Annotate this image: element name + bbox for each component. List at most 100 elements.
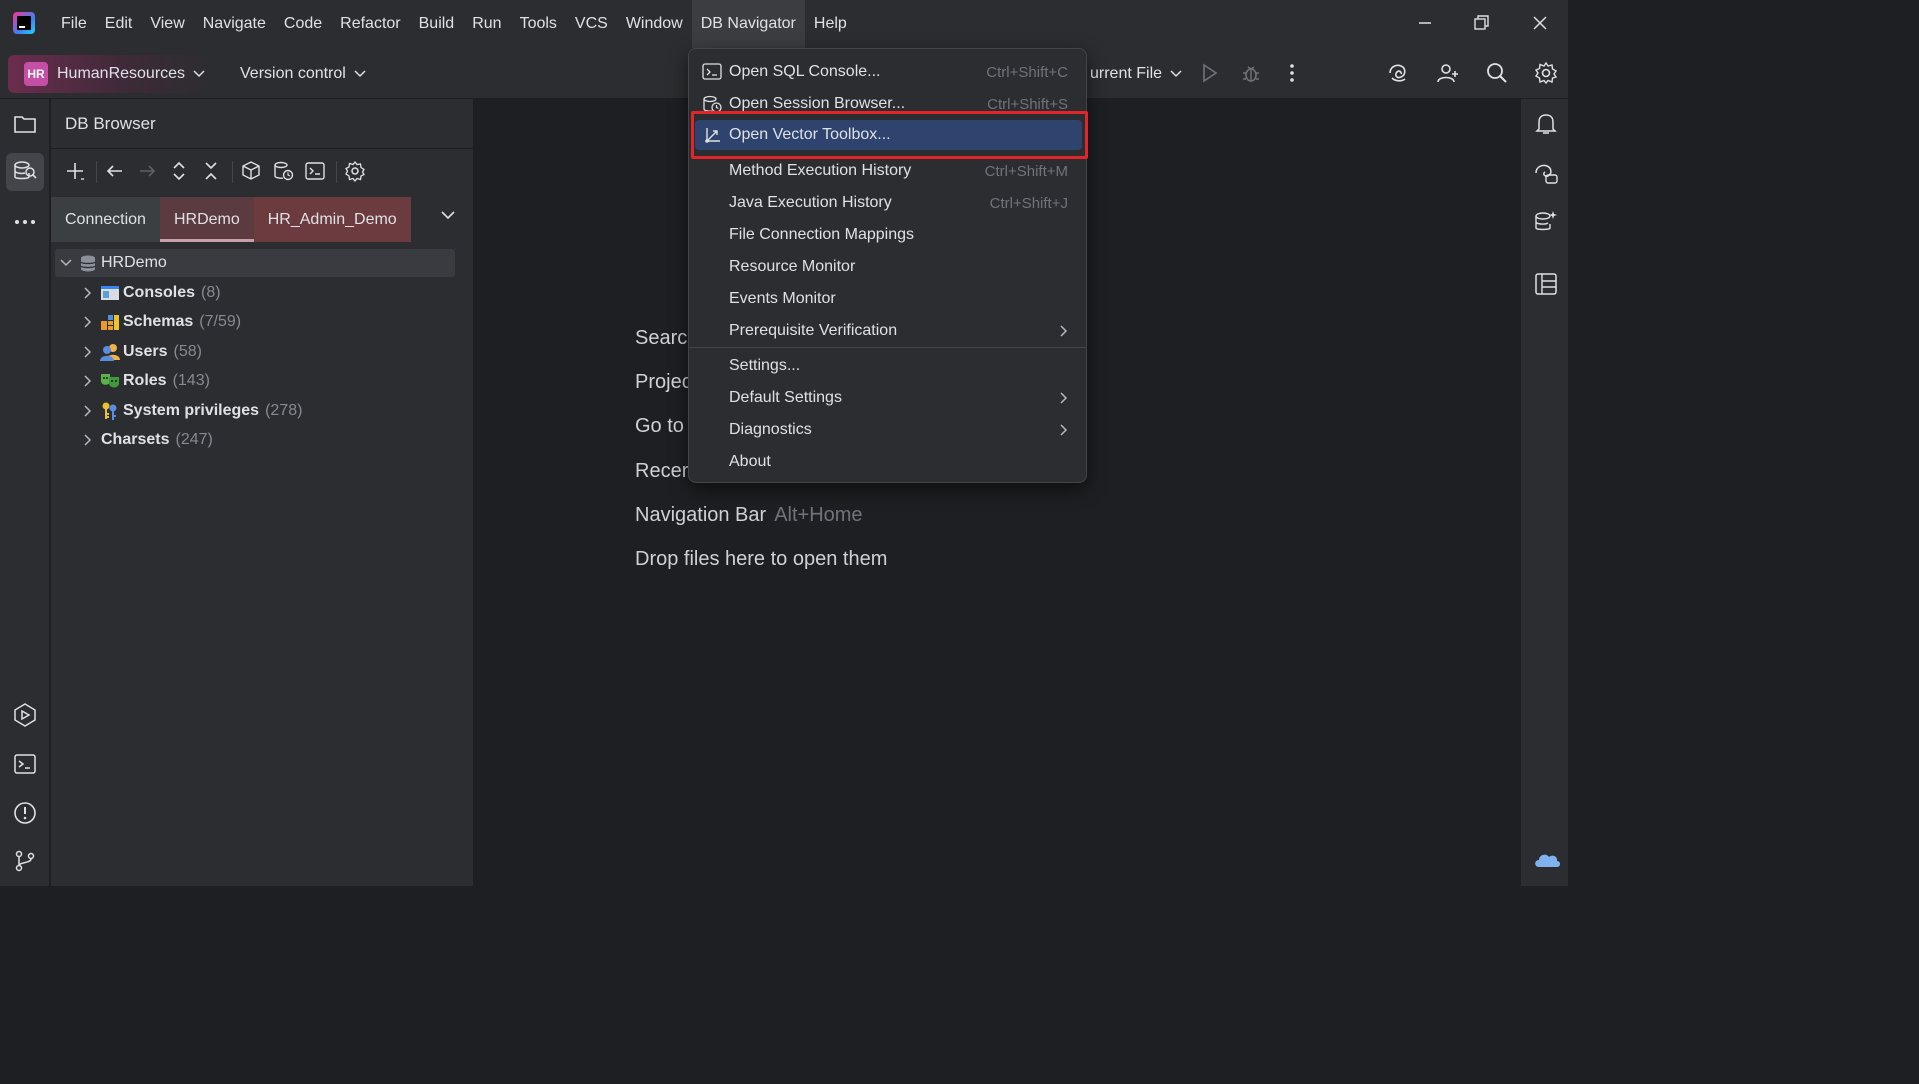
- db-navigator-menu: Open SQL Console... Ctrl+Shift+C Open Se…: [688, 48, 1087, 483]
- menu-db-navigator[interactable]: DB Navigator: [691, 0, 805, 48]
- menu-refactor[interactable]: Refactor: [331, 0, 409, 48]
- add-connection-button[interactable]: [64, 160, 86, 182]
- chevron-right-icon[interactable]: [79, 402, 97, 420]
- tree-node-schemas[interactable]: Schemas (7/59): [55, 308, 455, 338]
- debug-button[interactable]: [1239, 61, 1263, 85]
- menu-code[interactable]: Code: [275, 0, 331, 48]
- forward-button[interactable]: [136, 160, 158, 182]
- chevron-right-icon[interactable]: [79, 284, 97, 302]
- structure-button[interactable]: [1533, 271, 1559, 297]
- run-configuration-dropdown[interactable]: urrent File: [1090, 55, 1182, 93]
- menu-navigate[interactable]: Navigate: [194, 0, 275, 48]
- tab-hr-admin-demo[interactable]: HR_Admin_Demo: [253, 197, 411, 242]
- menu-help[interactable]: Help: [805, 0, 856, 48]
- menu-item-resource-monitor[interactable]: Resource Monitor: [695, 252, 1082, 282]
- project-badge: HR: [24, 62, 48, 86]
- tab-connection[interactable]: Connection: [51, 197, 160, 242]
- tree-node-root[interactable]: HRDemo: [55, 249, 455, 277]
- database-clock-icon: [274, 161, 294, 181]
- expand-all-button[interactable]: [168, 160, 190, 182]
- tree-node-users[interactable]: Users (58): [55, 337, 455, 367]
- menu-item-file-connection-mappings[interactable]: File Connection Mappings: [695, 220, 1082, 250]
- chevron-right-icon: [1060, 325, 1068, 337]
- menu-item-settings[interactable]: Settings...: [695, 351, 1082, 381]
- session-browser-button[interactable]: [272, 160, 294, 182]
- roles-masks-icon: [100, 371, 120, 391]
- chevron-down-icon[interactable]: [57, 254, 75, 272]
- version-control-dropdown[interactable]: Version control: [240, 55, 366, 93]
- menu-item-java-execution-history[interactable]: Java Execution History Ctrl+Shift+J: [695, 188, 1082, 218]
- notifications-button[interactable]: [1533, 111, 1559, 137]
- menu-item-prerequisite-verification[interactable]: Prerequisite Verification: [695, 316, 1082, 346]
- tree-node-consoles[interactable]: Consoles (8): [55, 278, 455, 308]
- restore-button[interactable]: [1468, 10, 1494, 36]
- arrow-right-icon: [140, 165, 156, 177]
- ai-chat-icon: [1535, 164, 1558, 184]
- menu-item-events-monitor[interactable]: Events Monitor: [695, 284, 1082, 314]
- menu-item-about[interactable]: About: [695, 447, 1082, 477]
- chevron-right-icon[interactable]: [79, 343, 97, 361]
- menu-window[interactable]: Window: [617, 0, 692, 48]
- menu-item-open-sql-console[interactable]: Open SQL Console... Ctrl+Shift+C: [695, 57, 1082, 87]
- menu-item-diagnostics[interactable]: Diagnostics: [695, 415, 1082, 445]
- chevron-right-icon[interactable]: [79, 372, 97, 390]
- cloud-sync-button[interactable]: [1533, 849, 1560, 875]
- menu-tools[interactable]: Tools: [511, 0, 566, 48]
- ai-chat-button[interactable]: [1533, 161, 1559, 187]
- structure-icon: [1535, 273, 1557, 295]
- ai-assistant-button[interactable]: [1386, 61, 1410, 85]
- menu-item-label: Prerequisite Verification: [729, 322, 898, 339]
- menu-item-open-vector-toolbox[interactable]: Open Vector Toolbox...: [695, 120, 1082, 150]
- menu-item-label: Java Execution History: [729, 194, 892, 211]
- chevron-right-icon[interactable]: [79, 431, 97, 449]
- db-browser-tool-button[interactable]: [6, 153, 44, 191]
- menu-edit[interactable]: Edit: [96, 0, 142, 48]
- tab-hrdemo[interactable]: HRDemo: [159, 197, 254, 242]
- problems-tool-button[interactable]: [6, 794, 44, 832]
- cube-icon: [242, 161, 260, 180]
- back-button[interactable]: [104, 160, 126, 182]
- menu-item-label: Open Session Browser...: [729, 95, 906, 112]
- restore-icon: [1474, 15, 1489, 30]
- close-icon: [1533, 16, 1547, 30]
- menu-item-label: File Connection Mappings: [729, 226, 914, 243]
- run-button[interactable]: [1197, 61, 1221, 85]
- debug-icon: [1243, 66, 1259, 82]
- object-filter-button[interactable]: [240, 160, 262, 182]
- menu-run[interactable]: Run: [463, 0, 510, 48]
- close-button[interactable]: [1527, 10, 1553, 36]
- menu-item-method-execution-history[interactable]: Method Execution History Ctrl+Shift+M: [695, 156, 1082, 186]
- menu-vcs[interactable]: VCS: [566, 0, 617, 48]
- tabs-overflow-button[interactable]: [441, 211, 455, 220]
- tree-node-system-privileges[interactable]: System privileges (278): [55, 396, 455, 426]
- sql-console-button[interactable]: [304, 160, 326, 182]
- session-browser-icon: [703, 95, 722, 113]
- expand-all-icon: [173, 161, 185, 181]
- code-with-me-button[interactable]: [1436, 61, 1460, 85]
- tree-node-charsets[interactable]: Charsets (247): [55, 426, 455, 456]
- db-settings-button[interactable]: [344, 160, 366, 182]
- app-logo-icon[interactable]: [13, 12, 35, 34]
- more-tool-windows-button[interactable]: [6, 203, 44, 241]
- menu-item-open-session-browser[interactable]: Open Session Browser... Ctrl+Shift+S: [695, 89, 1082, 119]
- more-actions-button[interactable]: [1280, 61, 1304, 85]
- services-tool-button[interactable]: [6, 696, 44, 734]
- db-browser-panel: DB Browser Connection HRDemo HR_Admin_De…: [51, 99, 474, 886]
- chevron-right-icon[interactable]: [79, 313, 97, 331]
- settings-button[interactable]: [1534, 61, 1558, 85]
- menu-build[interactable]: Build: [410, 0, 464, 48]
- menu-view[interactable]: View: [141, 0, 193, 48]
- project-tool-button[interactable]: [6, 105, 44, 143]
- menu-item-label: Diagnostics: [729, 421, 812, 438]
- terminal-tool-button[interactable]: [6, 745, 44, 783]
- database-ai-button[interactable]: [1533, 209, 1559, 235]
- menu-file[interactable]: File: [52, 0, 96, 48]
- collapse-all-button[interactable]: [200, 160, 222, 182]
- git-tool-button[interactable]: [6, 842, 44, 880]
- tree-node-roles[interactable]: Roles (143): [55, 367, 455, 397]
- right-tool-strip: [1520, 99, 1568, 886]
- search-everywhere-button[interactable]: [1485, 61, 1509, 85]
- menu-item-default-settings[interactable]: Default Settings: [695, 383, 1082, 413]
- project-switcher[interactable]: HR HumanResources: [8, 55, 218, 93]
- minimize-button[interactable]: [1412, 10, 1438, 36]
